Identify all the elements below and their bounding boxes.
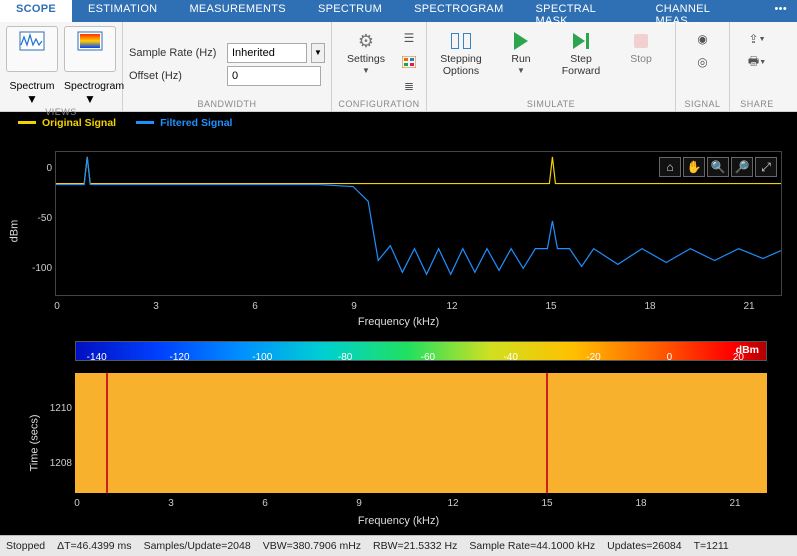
plot-toolbar: ⌂ ✋ 🔍 🔎 ⤢ bbox=[659, 157, 777, 177]
stepping-icon bbox=[447, 30, 475, 52]
chevron-down-icon: ▼ bbox=[517, 66, 525, 75]
tab-spectrum[interactable]: SPECTRUM bbox=[302, 0, 398, 22]
fit-tool[interactable]: ⤢ bbox=[755, 157, 777, 177]
spectrogram-plot[interactable]: -140 -120 -100 -80 -60 -40 -20 0 20 dBm … bbox=[0, 333, 797, 533]
chevron-down-icon: ▼ bbox=[362, 66, 370, 75]
step-forward-button[interactable]: Step Forward bbox=[553, 26, 609, 96]
spectrum-ylabel: dBm bbox=[8, 219, 20, 242]
share-print-button[interactable]: 🖶 ▼ bbox=[746, 52, 768, 72]
colorbar-unit: dBm bbox=[736, 344, 759, 356]
status-state: Stopped bbox=[6, 540, 45, 552]
status-t: T=1211 bbox=[694, 540, 729, 552]
group-label-share: SHARE bbox=[736, 98, 778, 111]
sample-rate-label: Sample Rate (Hz) bbox=[129, 47, 223, 59]
spectrogram-view-button[interactable] bbox=[64, 26, 116, 72]
status-updates: Updates=26084 bbox=[607, 540, 681, 552]
zoomout-tool[interactable]: 🔎 bbox=[731, 157, 753, 177]
tab-measurements[interactable]: MEASUREMENTS bbox=[173, 0, 302, 22]
home-tool[interactable]: ⌂ bbox=[659, 157, 681, 177]
spectrum-view-label: Spectrum bbox=[10, 80, 55, 92]
spectrum-icon bbox=[18, 30, 46, 52]
list-config-button[interactable]: ☰ bbox=[398, 28, 420, 48]
group-views: Spectrum▼ Spectrogram▼ VIEWS bbox=[0, 22, 123, 111]
play-icon bbox=[507, 30, 535, 52]
group-bandwidth: Sample Rate (Hz) ▼ Offset (Hz) BANDWIDTH bbox=[123, 22, 332, 111]
chevron-down-icon[interactable]: ▼ bbox=[64, 92, 116, 106]
step-forward-icon bbox=[567, 30, 595, 52]
spectrogram-xlabel: Frequency (kHz) bbox=[0, 515, 797, 527]
offset-input[interactable] bbox=[227, 66, 321, 86]
ribbon-tabs: SCOPE ESTIMATION MEASUREMENTS SPECTRUM S… bbox=[0, 0, 797, 22]
legend-filtered: Filtered Signal bbox=[136, 117, 232, 129]
run-button[interactable]: Run ▼ bbox=[493, 26, 549, 96]
spectrum-plot[interactable]: dBm 0 -50 -100 Frequency (kHz) 0 3 6 9 1… bbox=[0, 133, 797, 328]
group-signal: ◉ ◎ SIGNAL bbox=[676, 22, 730, 111]
tab-spectral-mask[interactable]: SPECTRAL MASK bbox=[520, 0, 640, 22]
legend-swatch-filtered bbox=[136, 121, 154, 124]
group-label-signal: SIGNAL bbox=[682, 98, 723, 111]
group-label-bandwidth: BANDWIDTH bbox=[129, 98, 325, 111]
sample-rate-dropdown[interactable]: ▼ bbox=[311, 43, 325, 63]
list-config2-button[interactable]: ≣ bbox=[398, 76, 420, 96]
spectrum-xlabel: Frequency (kHz) bbox=[0, 316, 797, 328]
legend-bar: Original Signal Filtered Signal bbox=[0, 112, 797, 133]
chevron-down-icon[interactable]: ▼ bbox=[6, 92, 58, 106]
pan-tool[interactable]: ✋ bbox=[683, 157, 705, 177]
spectrum-view-button[interactable] bbox=[6, 26, 58, 72]
tab-more[interactable]: ••• bbox=[765, 0, 797, 22]
share-export-button[interactable]: ⇪ ▼ bbox=[746, 29, 768, 49]
group-configuration: ⚙ Settings ▼ ☰ ≣ CONFIGURATION bbox=[332, 22, 427, 111]
group-simulate: Stepping Options Run ▼ Step Forward Stop… bbox=[427, 22, 676, 111]
status-rbw: RBW=21.5332 Hz bbox=[373, 540, 457, 552]
plot-area: dBm 0 -50 -100 Frequency (kHz) 0 3 6 9 1… bbox=[0, 133, 797, 535]
spectrogram-icon bbox=[76, 30, 104, 52]
group-share: ⇪ ▼ 🖶 ▼ SHARE bbox=[730, 22, 784, 111]
offset-label: Offset (Hz) bbox=[129, 70, 223, 82]
status-sr: Sample Rate=44.1000 kHz bbox=[469, 540, 595, 552]
spectrogram-view-label: Spectrogram bbox=[64, 80, 124, 92]
tab-scope[interactable]: SCOPE bbox=[0, 0, 72, 22]
tab-channel-meas[interactable]: CHANNEL MEAS… bbox=[640, 0, 765, 22]
toolbar: Spectrum▼ Spectrogram▼ VIEWS Sample Rate… bbox=[0, 22, 797, 112]
status-spu: Samples/Update=2048 bbox=[144, 540, 251, 552]
group-label-simulate: SIMULATE bbox=[433, 98, 669, 111]
tab-estimation[interactable]: ESTIMATION bbox=[72, 0, 173, 22]
spectrogram-image bbox=[75, 373, 767, 493]
stop-icon bbox=[627, 30, 655, 52]
stop-button[interactable]: Stop bbox=[613, 26, 669, 96]
legend-swatch-original bbox=[18, 121, 36, 124]
zoomin-tool[interactable]: 🔍 bbox=[707, 157, 729, 177]
spectrogram-ylabel: Time (secs) bbox=[29, 414, 41, 471]
status-vbw: VBW=380.7906 mHz bbox=[263, 540, 361, 552]
sample-rate-input[interactable] bbox=[227, 43, 307, 63]
tab-spectrogram[interactable]: SPECTROGRAM bbox=[398, 0, 519, 22]
stepping-options-button[interactable]: Stepping Options bbox=[433, 26, 489, 96]
status-dt: ΔT=46.4399 ms bbox=[57, 540, 131, 552]
settings-button[interactable]: ⚙ Settings ▼ bbox=[338, 26, 394, 96]
colorbar: -140 -120 -100 -80 -60 -40 -20 0 20 bbox=[75, 341, 767, 361]
signal-camera-button[interactable]: ◉ bbox=[692, 29, 714, 49]
signal-source-button[interactable]: ◎ bbox=[692, 52, 714, 72]
gear-icon: ⚙ bbox=[352, 30, 380, 52]
group-label-config: CONFIGURATION bbox=[338, 98, 420, 111]
palette-config-button[interactable] bbox=[398, 52, 420, 72]
legend-original: Original Signal bbox=[18, 117, 116, 129]
status-bar: Stopped ΔT=46.4399 ms Samples/Update=204… bbox=[0, 535, 797, 556]
